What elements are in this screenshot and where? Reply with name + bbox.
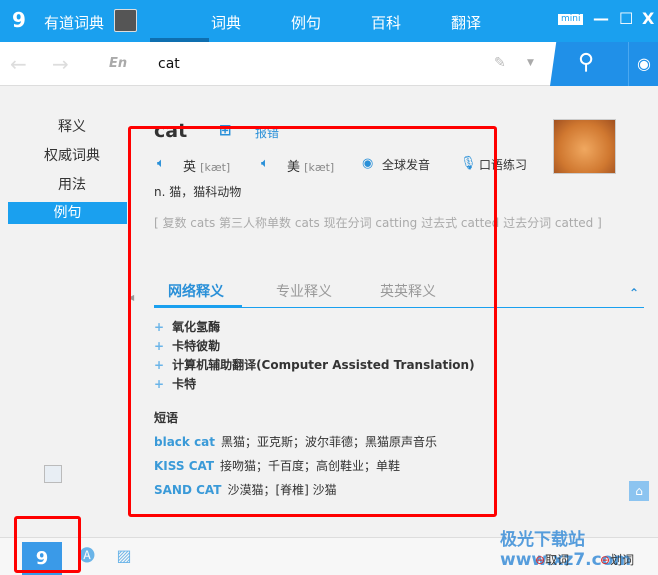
toggle-off-icon: ⊖ (600, 553, 611, 567)
highlight-box-bottom (14, 516, 81, 573)
nav-tab-baike[interactable]: 百科 (371, 12, 401, 33)
search-button[interactable]: ⚲ (550, 42, 628, 86)
nav-tab-translate[interactable]: 翻译 (451, 12, 481, 33)
cat-image (553, 119, 616, 174)
language-selector[interactable]: En (109, 56, 127, 71)
handwriting-icon[interactable]: ✎ (494, 55, 506, 71)
highlight-box-content (128, 126, 497, 517)
pick-word-label: 取词 (545, 553, 570, 567)
search-icon: ⚲ (578, 50, 595, 75)
forward-arrow-icon[interactable]: → (52, 52, 69, 76)
toggle-off-icon: ⊖ (535, 553, 546, 567)
globe-icon: ◉ (637, 54, 651, 73)
app-title: 有道词典 (44, 14, 105, 32)
history-dropdown-icon[interactable]: ▼ (527, 58, 534, 68)
select-word-label: 划词 (610, 553, 635, 567)
youdao-logo-icon: 9 (12, 8, 26, 32)
pick-word-toggle[interactable]: ⊖取词 (535, 551, 569, 568)
search-input[interactable]: cat (158, 56, 180, 72)
sidebar-item-definition[interactable]: 释义 (17, 116, 127, 138)
sidebar-item-authority[interactable]: 权威词典 (17, 145, 127, 167)
web-search-button[interactable]: ◉ (628, 42, 658, 86)
image-translate-icon[interactable]: ▨ (111, 543, 137, 569)
home-icon[interactable]: ⌂ (629, 481, 649, 501)
sidebar-item-examples[interactable]: 例句 (8, 202, 127, 224)
nav-tab-examples[interactable]: 例句 (291, 12, 321, 33)
select-word-toggle[interactable]: ⊖划词 (600, 551, 634, 568)
watermark: 极光下载站 www.xz7.com (500, 530, 632, 570)
close-button[interactable]: X (642, 9, 654, 28)
nav-tab-dict[interactable]: 词典 (211, 12, 241, 33)
back-arrow-icon[interactable]: ← (10, 52, 27, 76)
sidebar-item-usage[interactable]: 用法 (17, 174, 127, 196)
mini-mode-button[interactable]: mini (558, 14, 584, 25)
collapse-chevron-icon[interactable]: ⌃ (629, 286, 639, 300)
user-avatar[interactable] (114, 9, 137, 32)
broken-image-icon (44, 465, 62, 483)
maximize-button[interactable]: ☐ (619, 9, 633, 28)
minimize-button[interactable]: — (593, 9, 609, 28)
